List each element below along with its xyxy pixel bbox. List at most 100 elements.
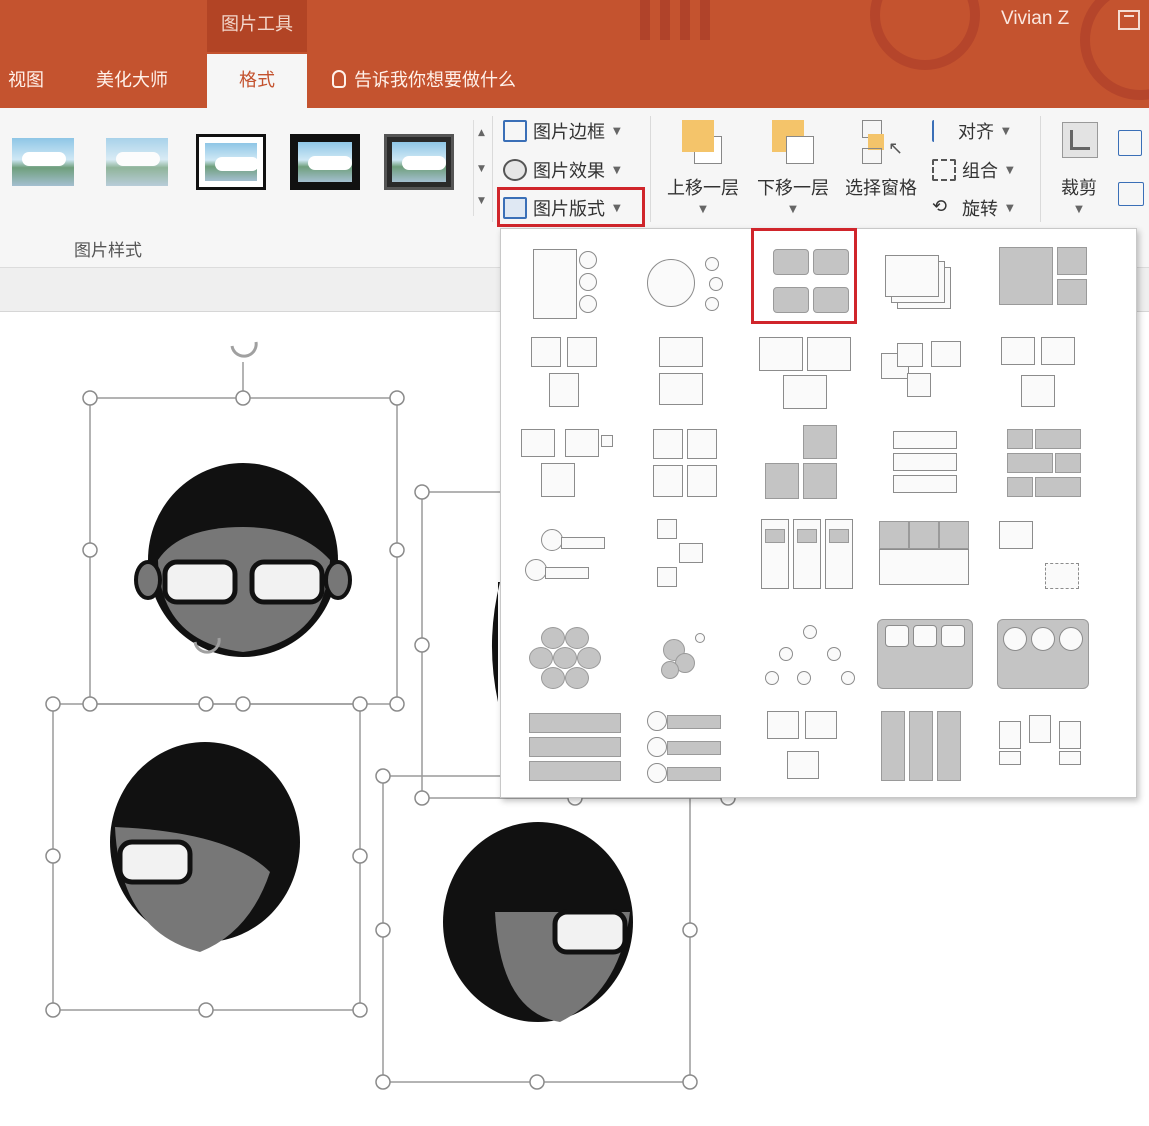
send-backward-button[interactable]: 下移一层 ▼ [750, 118, 836, 215]
ribbon-separator [492, 116, 493, 222]
group-label-picture-styles: 图片样式 [74, 241, 142, 261]
chevron-down-icon: ▼ [1075, 204, 1083, 215]
gallery-scrollbar[interactable]: ▲ ▼ ▼ [473, 120, 491, 216]
layout-option-title-picture-blocks[interactable] [757, 515, 867, 605]
chevron-down-icon: ▼ [613, 125, 621, 137]
picture-layout-highlight [497, 187, 645, 227]
align-button[interactable]: 对齐 ▼ [932, 118, 1010, 144]
layout-option-ascending-picture-blocks[interactable] [757, 423, 867, 513]
group-button[interactable]: 组合 ▼ [932, 157, 1014, 183]
landscape-thumbnail-icon [106, 138, 168, 186]
width-icon[interactable] [1118, 182, 1144, 206]
layout-option-snapshot-stack[interactable] [875, 241, 985, 331]
layout-option-picture-accent-process[interactable] [639, 515, 749, 605]
align-icon [932, 120, 952, 142]
layout-option-title-picture-lineup[interactable] [521, 331, 631, 421]
style-gallery-item[interactable] [8, 134, 78, 190]
crop-button[interactable]: 裁剪 ▼ [1048, 118, 1110, 215]
style-gallery-item[interactable] [384, 134, 454, 190]
tab-view[interactable]: 视图 [8, 66, 44, 92]
title-decoration [660, 0, 670, 40]
selection-pane-label: 选择窗格 [845, 178, 917, 199]
rotate-label: 旋转 [962, 199, 998, 220]
layout-option-picture-lineup[interactable] [521, 423, 631, 513]
group-label: 组合 [962, 161, 998, 182]
layout-option-captioned-pictures[interactable] [639, 331, 749, 421]
rotate-handle-icon[interactable] [230, 341, 258, 358]
layout-option-circle-picture-hierarchy[interactable] [639, 617, 749, 707]
landscape-thumbnail-icon [392, 142, 446, 182]
layout-option-picture-blocks[interactable] [993, 423, 1103, 513]
layout-option-alternating-picture-blocks[interactable] [639, 423, 749, 513]
align-label: 对齐 [958, 122, 994, 143]
layout-option-picture-frame[interactable] [875, 617, 985, 707]
layout-option-snapshot-picture-list[interactable] [757, 707, 867, 797]
layout-option-picture-strips[interactable] [639, 707, 749, 797]
crop-icon [1056, 118, 1102, 166]
layout-option-continuous-picture-list[interactable] [993, 617, 1103, 707]
picture-effects-label: 图片效果 [533, 161, 605, 182]
avatar-picture-back-partial[interactable] [491, 582, 500, 702]
ribbon-separator [650, 116, 651, 222]
layout-option-picture-accent[interactable] [993, 241, 1103, 331]
context-tab-title: 图片工具 [221, 14, 293, 35]
selection-pane-button[interactable]: ↖ 选择窗格 [838, 118, 924, 200]
title-decoration [870, 0, 980, 70]
chevron-down-icon: ▼ [789, 204, 797, 215]
ribbon-display-options-icon[interactable] [1118, 10, 1140, 30]
avatar-picture-right-side[interactable] [443, 822, 633, 1022]
tell-me-text: 告诉我你想要做什么 [354, 70, 516, 91]
avatar-picture-left-side[interactable] [110, 742, 300, 952]
style-gallery-item[interactable] [196, 134, 266, 190]
picture-border-icon [503, 120, 527, 142]
layout-option-horizontal-picture-list[interactable] [521, 707, 631, 797]
ribbon-separator [1040, 116, 1041, 222]
style-gallery-item[interactable] [290, 134, 360, 190]
tell-me-search[interactable]: 告诉我你想要做什么 [332, 66, 516, 92]
rotate-button[interactable]: ⟲ 旋转 ▼ [932, 195, 1014, 221]
layout-option-picture-title-blocks[interactable] [875, 515, 985, 605]
layout-option-vertical-picture-accent[interactable] [875, 707, 985, 797]
layout-option-picture-caption-list[interactable] [757, 331, 867, 421]
picture-border-button[interactable]: 图片边框 ▼ [503, 118, 621, 144]
layout-option-spiral-picture[interactable] [875, 331, 985, 421]
layout-option-circular-picture-callout[interactable] [639, 241, 749, 331]
group-icon [932, 159, 956, 181]
bring-forward-label: 上移一层 [667, 178, 739, 199]
layout-option-circular-picture-list[interactable] [521, 515, 631, 605]
title-decoration [680, 0, 690, 40]
picture-effects-icon [503, 159, 527, 181]
chevron-down-icon: ▼ [1002, 125, 1010, 137]
avatar-picture-front[interactable] [134, 463, 352, 657]
bring-forward-button[interactable]: 上移一层 ▼ [660, 118, 746, 215]
layout-option-framed-text-picture[interactable] [993, 331, 1103, 421]
selection-pane-icon: ↖ [858, 118, 904, 166]
chevron-down-icon: ▼ [1006, 202, 1014, 214]
selected-layout-highlight [751, 228, 857, 324]
gallery-up-icon[interactable]: ▲ [478, 128, 485, 138]
send-backward-icon [770, 118, 816, 166]
gallery-more-icon[interactable]: ▼ [478, 196, 485, 206]
layout-option-picture-organization-chart[interactable] [757, 617, 867, 707]
style-gallery-item[interactable] [102, 134, 172, 190]
chevron-down-icon: ▼ [1006, 164, 1014, 176]
layout-option-bending-picture-caption[interactable] [521, 241, 631, 331]
send-backward-label: 下移一层 [757, 178, 829, 199]
picture-effects-button[interactable]: 图片效果 ▼ [503, 157, 621, 183]
lightbulb-icon [332, 70, 346, 88]
gallery-down-icon[interactable]: ▼ [478, 164, 485, 174]
tab-beautify-master[interactable]: 美化大师 [96, 66, 168, 92]
height-icon[interactable] [1118, 130, 1142, 156]
layout-option-picture-process[interactable] [993, 707, 1103, 797]
rotate-icon: ⟲ [932, 196, 948, 217]
landscape-thumbnail-icon [205, 143, 259, 181]
layout-option-bending-picture-blocks[interactable] [993, 515, 1103, 605]
user-name[interactable]: Vivian Z [1001, 8, 1069, 30]
title-decoration [640, 0, 650, 40]
layout-option-vertical-picture-list[interactable] [875, 423, 985, 513]
bring-forward-icon [680, 118, 726, 166]
title-decoration [700, 0, 710, 40]
landscape-thumbnail-icon [298, 142, 352, 182]
tab-format[interactable]: 格式 [207, 54, 307, 110]
layout-option-hexagon-cluster[interactable] [521, 617, 631, 707]
